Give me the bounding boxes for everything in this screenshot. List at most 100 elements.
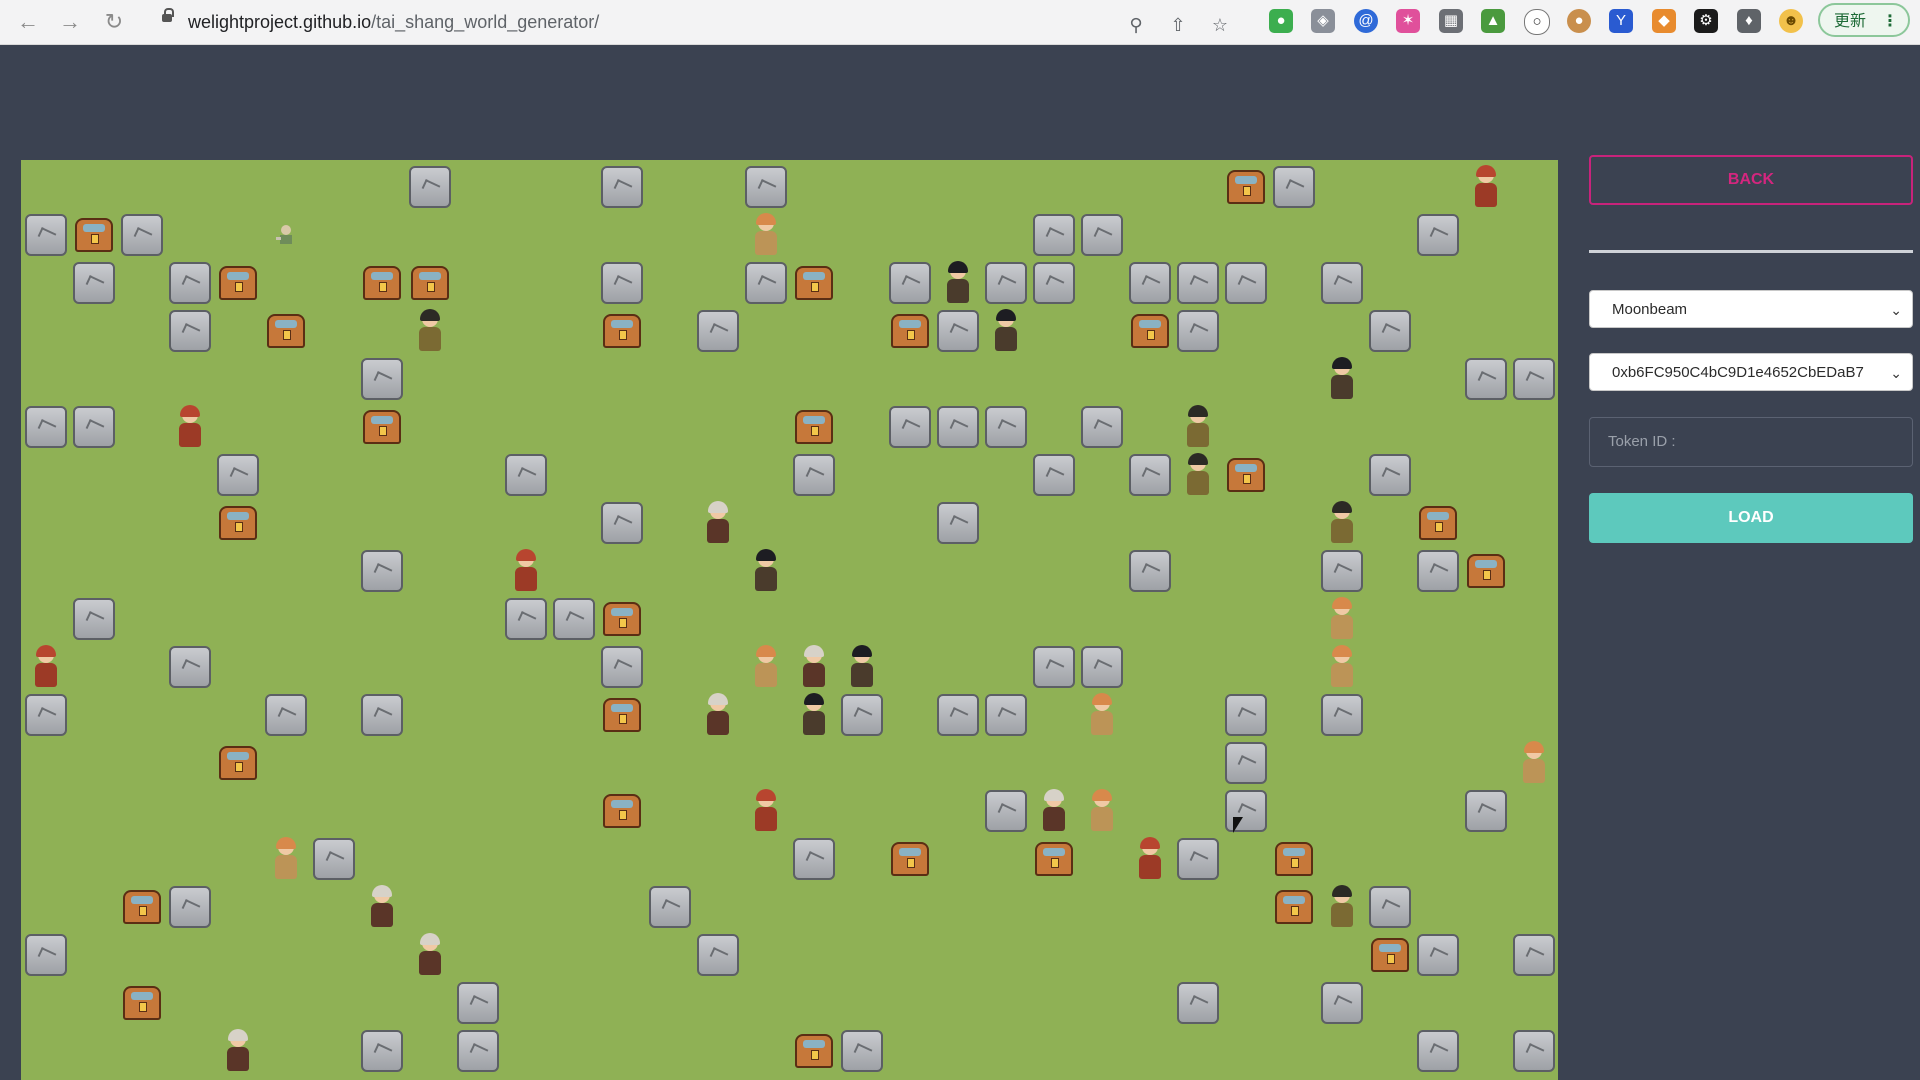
back-arrow-icon[interactable]: ← bbox=[14, 8, 42, 36]
character-sprite bbox=[31, 645, 61, 689]
rock-tile bbox=[985, 790, 1027, 832]
rock-tile bbox=[937, 406, 979, 448]
rock-tile bbox=[1513, 1030, 1555, 1072]
reload-icon[interactable]: ↻ bbox=[100, 8, 128, 36]
at-sign-icon[interactable]: @ bbox=[1354, 9, 1378, 33]
rock-tile bbox=[1129, 262, 1171, 304]
profile-avatar-icon[interactable]: ☻ bbox=[1779, 9, 1803, 33]
rock-tile bbox=[25, 406, 67, 448]
url-text[interactable]: welightproject.github.io/tai_shang_world… bbox=[188, 12, 599, 33]
treasure-chest-tile bbox=[795, 266, 833, 300]
circle-icon[interactable]: ○ bbox=[1524, 9, 1550, 35]
character-sprite bbox=[751, 645, 781, 689]
character-sprite bbox=[1135, 837, 1165, 881]
rock-tile bbox=[985, 406, 1027, 448]
rock-tile bbox=[649, 886, 691, 928]
treasure-chest-tile bbox=[1227, 458, 1265, 492]
zoom-icon[interactable]: ⚲ bbox=[1124, 13, 1148, 37]
character-sprite bbox=[1327, 501, 1357, 545]
rock-tile bbox=[1417, 550, 1459, 592]
evernote-icon[interactable]: ● bbox=[1269, 9, 1293, 33]
bookmark-star-icon[interactable]: ☆ bbox=[1208, 13, 1232, 37]
android-icon[interactable]: ▲ bbox=[1481, 9, 1505, 33]
treasure-chest-tile bbox=[363, 266, 401, 300]
rock-tile bbox=[25, 934, 67, 976]
treasure-chest-tile bbox=[1227, 170, 1265, 204]
character-sprite bbox=[703, 501, 733, 545]
character-sprite bbox=[751, 549, 781, 593]
rock-tile bbox=[1225, 262, 1267, 304]
character-sprite bbox=[1183, 405, 1213, 449]
treasure-chest-tile bbox=[891, 842, 929, 876]
rock-tile bbox=[169, 310, 211, 352]
rock-tile bbox=[1033, 262, 1075, 304]
character-sprite bbox=[1327, 597, 1357, 641]
rock-tile bbox=[1321, 550, 1363, 592]
character-sprite bbox=[751, 213, 781, 257]
chatgpt-icon[interactable]: ⚙ bbox=[1694, 9, 1718, 33]
rock-tile bbox=[1273, 166, 1315, 208]
forward-arrow-icon[interactable]: → bbox=[56, 8, 84, 36]
update-button[interactable]: 更新 ⋮ bbox=[1818, 3, 1910, 37]
rock-tile bbox=[1369, 454, 1411, 496]
rock-tile bbox=[73, 406, 115, 448]
treasure-chest-tile bbox=[363, 410, 401, 444]
address-bar[interactable]: welightproject.github.io/tai_shang_world… bbox=[146, 5, 1248, 39]
character-sprite bbox=[847, 645, 877, 689]
rock-tile bbox=[1081, 214, 1123, 256]
rock-tile bbox=[553, 598, 595, 640]
rock-tile bbox=[1369, 886, 1411, 928]
lock-icon[interactable] bbox=[162, 8, 174, 22]
treasure-chest-tile bbox=[1419, 506, 1457, 540]
puzzle-icon[interactable]: ♦ bbox=[1737, 9, 1761, 33]
treasure-chest-tile bbox=[1035, 842, 1073, 876]
treasure-chest-tile bbox=[603, 794, 641, 828]
metamask-icon[interactable]: ◆ bbox=[1652, 9, 1676, 33]
character-sprite bbox=[1183, 453, 1213, 497]
qr-icon[interactable]: ▦ bbox=[1439, 9, 1463, 33]
share-icon[interactable]: ⇧ bbox=[1166, 13, 1190, 37]
character-sprite bbox=[1087, 693, 1117, 737]
rock-tile bbox=[1513, 934, 1555, 976]
rock-tile bbox=[697, 934, 739, 976]
network-select-value: Moonbeam bbox=[1612, 301, 1688, 318]
shield-icon[interactable]: ◈ bbox=[1311, 9, 1335, 33]
treasure-chest-tile bbox=[75, 218, 113, 252]
load-button[interactable]: LOAD bbox=[1589, 493, 1913, 543]
rock-tile bbox=[505, 598, 547, 640]
sparkle-icon[interactable]: ✶ bbox=[1396, 9, 1420, 33]
rock-tile bbox=[1081, 646, 1123, 688]
character-sprite bbox=[799, 645, 829, 689]
treasure-chest-tile bbox=[1275, 842, 1313, 876]
token-id-input[interactable]: Token ID : bbox=[1589, 417, 1913, 467]
y-icon[interactable]: Y bbox=[1609, 9, 1633, 33]
rock-tile bbox=[1225, 694, 1267, 736]
rock-tile bbox=[601, 262, 643, 304]
url-path: /tai_shang_world_generator/ bbox=[371, 12, 600, 32]
character-sprite bbox=[703, 693, 733, 737]
rock-tile bbox=[1417, 214, 1459, 256]
rock-tile bbox=[889, 262, 931, 304]
back-button[interactable]: BACK bbox=[1589, 155, 1913, 205]
network-select[interactable]: Moonbeam ⌄ bbox=[1589, 290, 1913, 328]
rock-tile bbox=[1033, 646, 1075, 688]
character-sprite bbox=[415, 933, 445, 977]
more-menu-icon[interactable]: ⋮ bbox=[1882, 5, 1898, 39]
treasure-chest-tile bbox=[603, 602, 641, 636]
rock-tile bbox=[1081, 406, 1123, 448]
rock-tile bbox=[1177, 838, 1219, 880]
rock-tile bbox=[937, 502, 979, 544]
rock-tile bbox=[313, 838, 355, 880]
rock-tile bbox=[409, 166, 451, 208]
address-select[interactable]: 0xb6FC950C4bC9D1e4652CbEDaB7 ⌄ bbox=[1589, 353, 1913, 391]
game-map-canvas[interactable] bbox=[21, 160, 1558, 1080]
rock-tile bbox=[889, 406, 931, 448]
browser-toolbar: ← → ↻ welightproject.github.io/tai_shang… bbox=[0, 0, 1920, 45]
rock-tile bbox=[1417, 1030, 1459, 1072]
mouse-cursor bbox=[1233, 817, 1243, 833]
rock-tile bbox=[793, 454, 835, 496]
rock-tile bbox=[1033, 454, 1075, 496]
rock-tile bbox=[73, 262, 115, 304]
cookie-icon[interactable]: ● bbox=[1567, 9, 1591, 33]
rock-tile bbox=[169, 886, 211, 928]
